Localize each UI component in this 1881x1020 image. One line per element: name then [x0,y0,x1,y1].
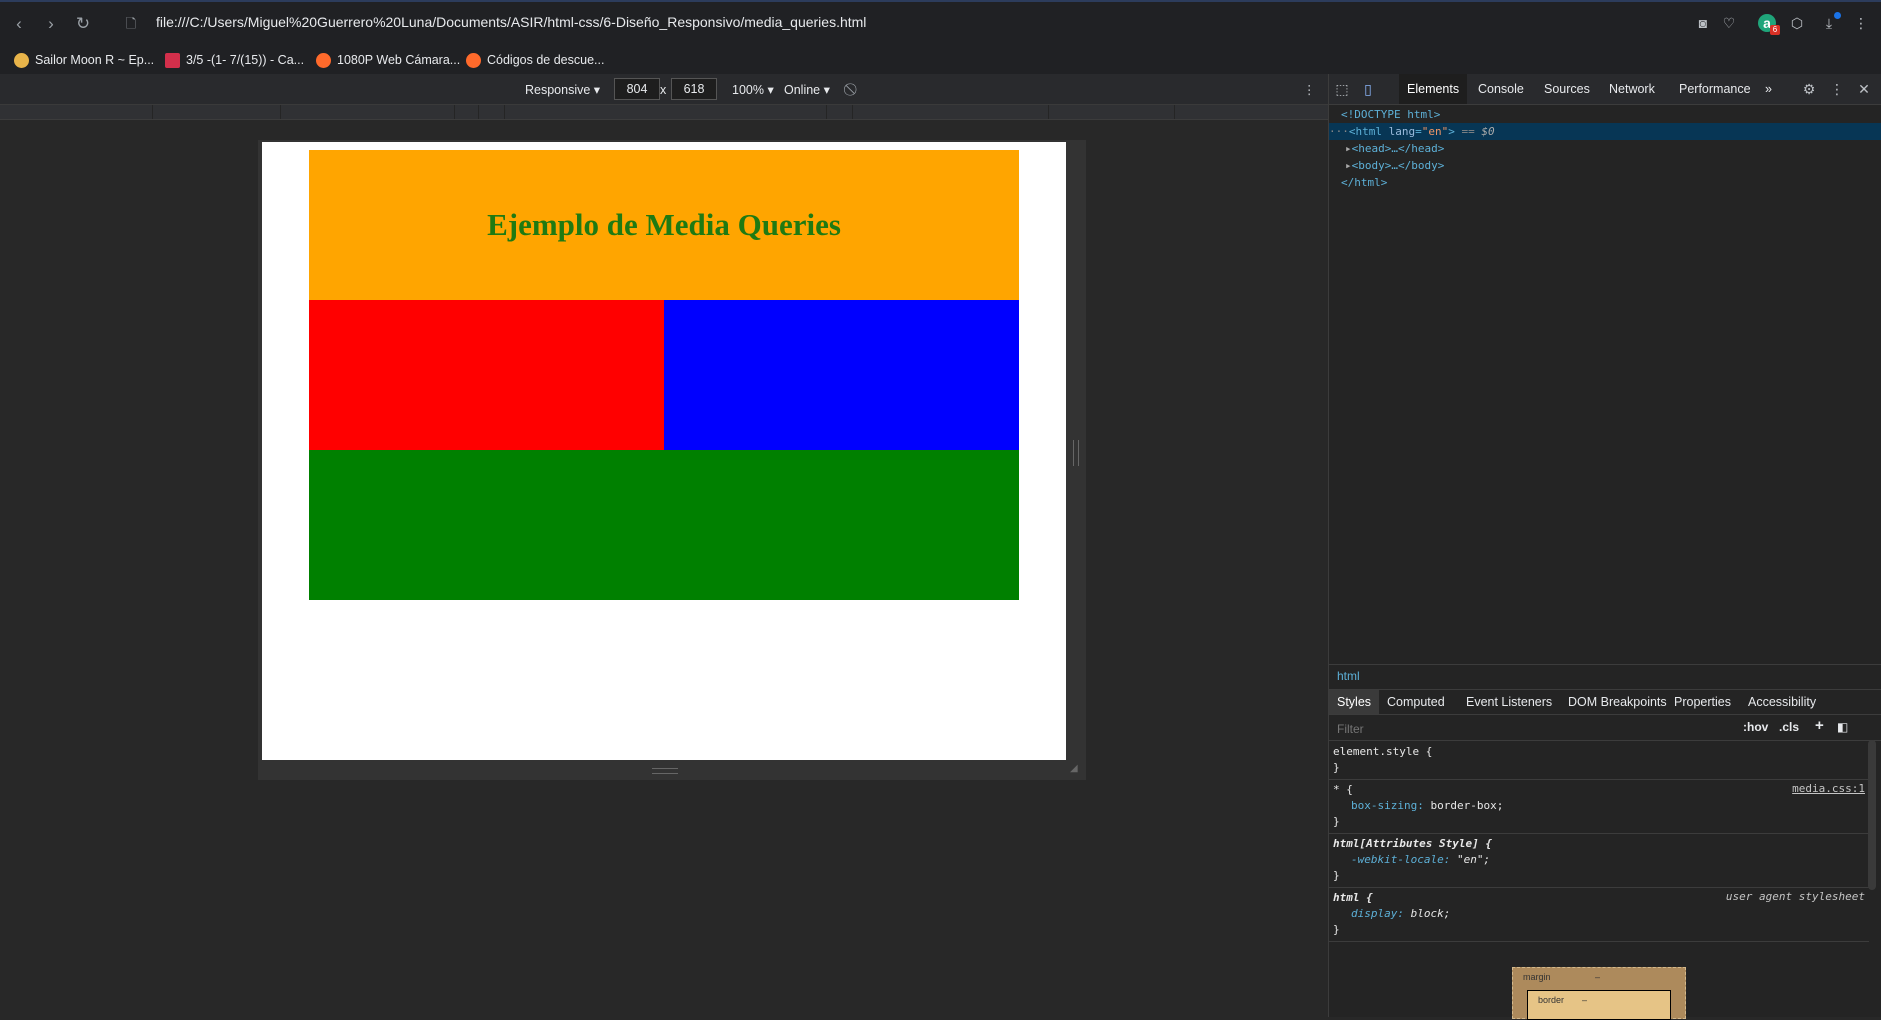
tab-elements[interactable]: Elements [1399,74,1468,104]
resize-handle-right[interactable] [1073,440,1079,466]
device-menu-icon[interactable]: ⋮ [1303,82,1316,97]
bookmark-item[interactable]: 1080P Web Cámara... [316,50,460,70]
styles-filter-row: :hov .cls + ◧ [1329,716,1881,741]
dom-node-selected[interactable]: ···<html lang="en"> == $0 [1329,123,1881,140]
tab-console[interactable]: Console [1470,74,1532,104]
tab-dom-breakpoints[interactable]: DOM Breakpoints [1560,690,1675,714]
styles-filter-input[interactable] [1335,719,1639,739]
devtools-tab-bar: ⬚ ▯ Elements Console Sources Network Per… [1329,74,1881,105]
breadcrumb: html [1329,664,1881,690]
bookmark-item[interactable]: Sailor Moon R ~ Ep... [14,50,154,70]
device-toolbar: Responsive ▾ 804 x 618 100% ▾ Online ▾ ⃠… [0,74,1328,105]
inspect-element-icon[interactable]: ⬚ [1333,80,1351,98]
hover-state-button[interactable]: :hov [1743,720,1768,734]
user-agent-source: user agent stylesheet [1725,890,1865,903]
flame-icon [466,52,481,68]
stylesheet-link[interactable]: media.css:1 [1792,782,1865,795]
menu-icon[interactable]: ⋮ [1852,14,1870,32]
browser-toolbar: ‹ › ↻ 🗋 file:///C:/Users/Miguel%20Guerre… [0,0,1881,46]
tab-styles[interactable]: Styles [1329,690,1380,714]
tab-sources[interactable]: Sources [1536,74,1598,104]
dom-node[interactable]: ▸<head>…</head> [1329,140,1881,157]
dom-node[interactable]: </html> [1329,174,1881,191]
class-toggle-button[interactable]: .cls [1779,720,1799,734]
tab-network[interactable]: Network [1601,74,1663,104]
crescent-moon-icon [14,52,29,68]
settings-icon[interactable]: ⚙ [1800,80,1818,98]
device-mode-dropdown[interactable]: Responsive ▾ [525,82,600,97]
more-tabs-icon[interactable]: » [1757,74,1780,104]
close-icon[interactable]: ✕ [1855,80,1873,98]
dom-node[interactable]: ▸<body>…</body> [1329,157,1881,174]
screenshot-icon[interactable]: ◙ [1694,14,1712,32]
tab-computed[interactable]: Computed [1379,690,1453,714]
add-rule-icon[interactable]: + [1815,717,1824,734]
reload-icon[interactable]: ↻ [72,13,94,35]
blue-box [664,300,1019,450]
tab-performance[interactable]: Performance [1671,74,1759,104]
width-input[interactable]: 804 [614,78,660,100]
resize-handle-bottom[interactable] [652,768,678,774]
style-rule: media.css:1 * { box-sizing: border-box; … [1329,780,1869,834]
breadcrumb-item[interactable]: html [1337,669,1360,683]
tab-event-listeners[interactable]: Event Listeners [1458,690,1560,714]
style-rule: element.style { } [1329,742,1869,780]
dimension-separator: x [660,83,667,97]
resize-corner-icon[interactable]: ◢ [1070,764,1080,774]
back-icon[interactable]: ‹ [8,13,30,35]
page-heading: Ejemplo de Media Queries [487,207,841,242]
zoom-dropdown[interactable]: 100% ▾ [732,82,774,97]
bookmark-item[interactable]: 3/5 -(1- 7/(15)) - Ca... [165,50,304,70]
extension-badge: 6 [1770,25,1780,35]
address-bar[interactable]: file:///C:/Users/Miguel%20Guerrero%20Lun… [156,14,866,30]
symbolab-icon [165,52,180,68]
device-toolbar-icon[interactable]: ▯ [1359,80,1377,98]
styles-scrollbar[interactable] [1868,740,1876,890]
tab-properties[interactable]: Properties [1666,690,1739,714]
dom-node[interactable]: <!DOCTYPE html> [1329,106,1881,123]
forward-icon[interactable]: › [40,13,62,35]
height-input[interactable]: 618 [671,78,717,100]
red-box [309,300,664,450]
tab-accessibility[interactable]: Accessibility [1740,690,1824,714]
flame-icon [316,52,331,68]
bookmarks-bar: Sailor Moon R ~ Ep... 3/5 -(1- 7/(15)) -… [0,46,1881,74]
cube-icon[interactable]: ⬡ [1788,14,1806,32]
box-model-diagram: margin – border – [1512,967,1686,1020]
file-icon: 🗋 [125,16,137,31]
bookmark-item[interactable]: Códigos de descue... [466,50,604,70]
emulated-viewport: Ejemplo de Media Queries [262,142,1066,760]
styles-tab-bar: Styles Computed Event Listeners DOM Brea… [1329,690,1881,715]
devtools-menu-icon[interactable]: ⋮ [1828,80,1846,98]
media-query-ruler[interactable] [0,105,1328,120]
sidebar-toggle-icon[interactable]: ◧ [1837,720,1848,734]
devtools-panel: ⬚ ▯ Elements Console Sources Network Per… [1328,74,1881,1020]
style-rule: html[Attributes Style] { -webkit-locale:… [1329,834,1869,888]
dom-tree: <!DOCTYPE html> ···<html lang="en"> == $… [1329,104,1881,664]
style-rule: user agent stylesheet html { display: bl… [1329,888,1869,942]
styles-pane: element.style { } media.css:1 * { box-si… [1329,742,1869,942]
box-model-border: border – [1527,990,1671,1020]
download-dot [1834,12,1841,19]
page-header: Ejemplo de Media Queries [309,150,1019,300]
green-box [309,450,1019,600]
heart-icon[interactable]: ♡ [1720,14,1738,32]
network-dropdown[interactable]: Online ▾ [784,82,830,97]
